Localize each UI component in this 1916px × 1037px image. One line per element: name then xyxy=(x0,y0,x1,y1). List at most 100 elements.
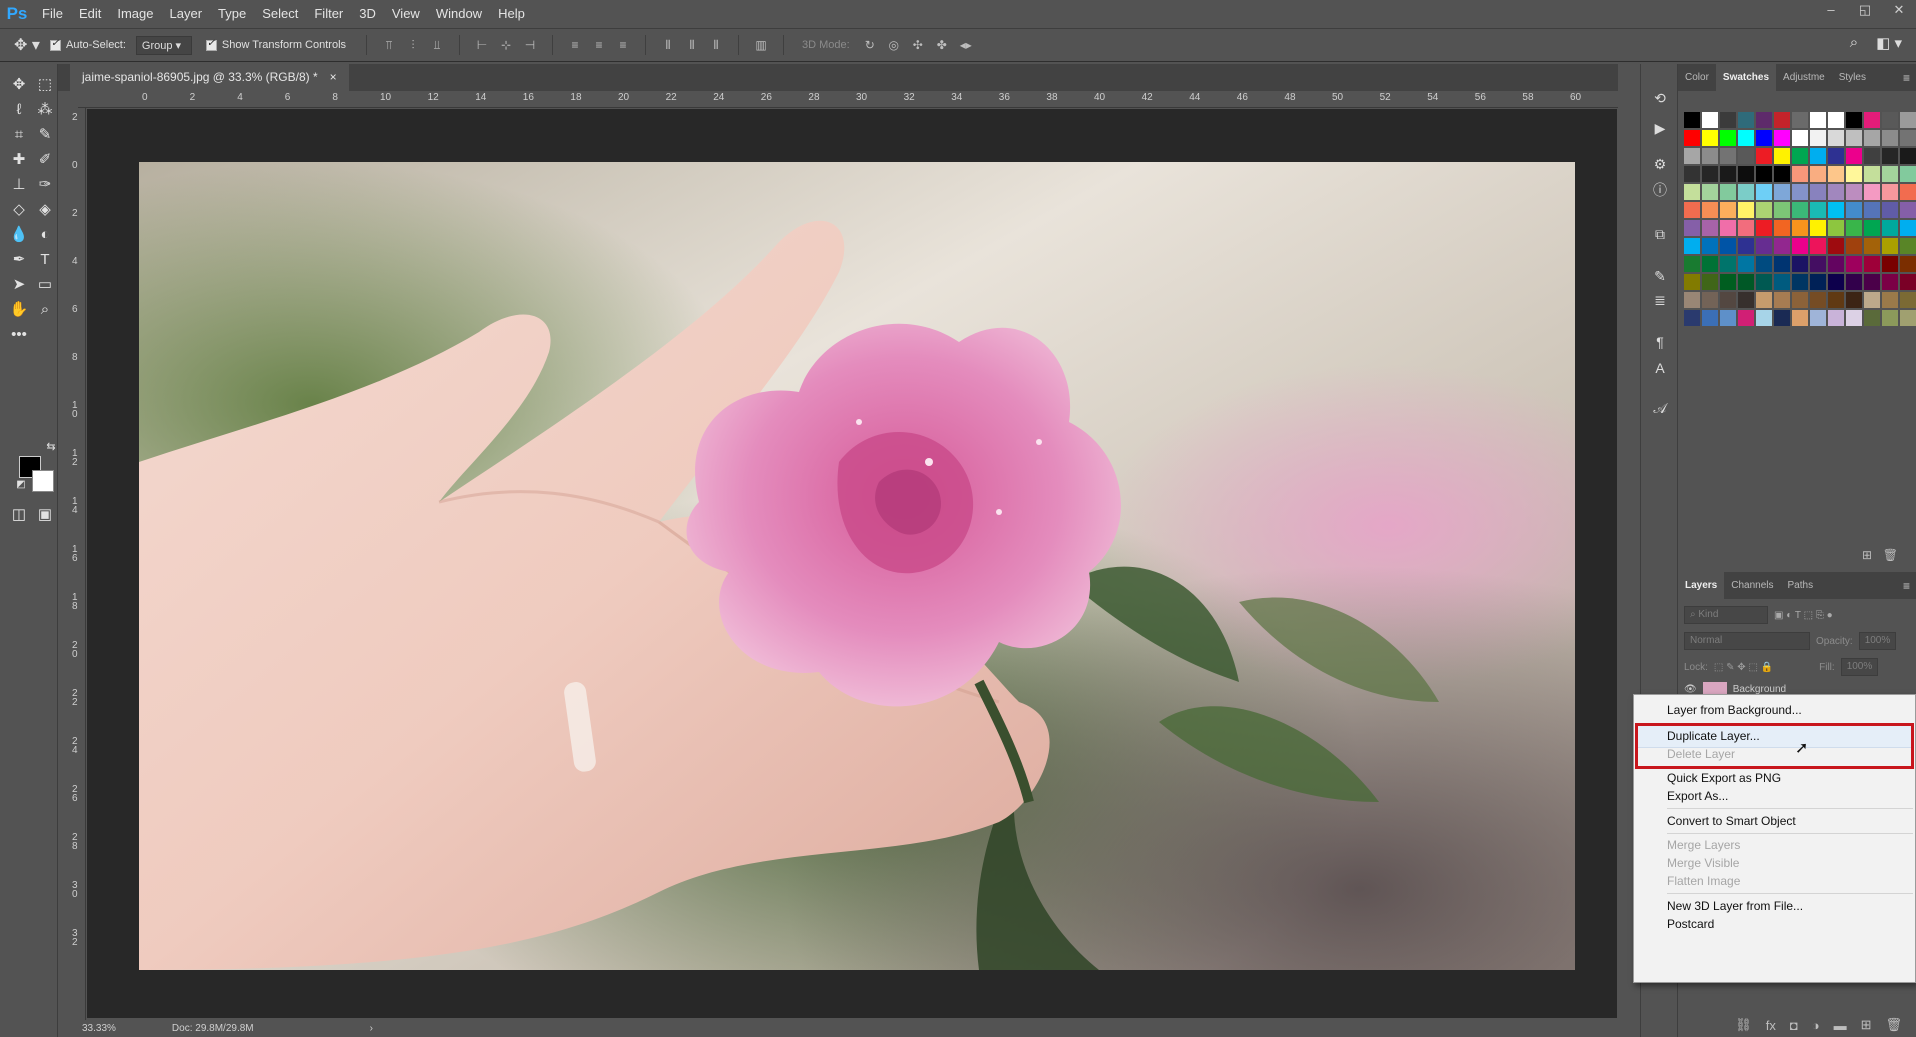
color-swatch[interactable] xyxy=(1756,274,1772,290)
search-icon[interactable]: ⌕ xyxy=(1850,34,1858,52)
swap-colors-icon[interactable]: ⇆ xyxy=(38,436,64,458)
color-swatch[interactable] xyxy=(1774,274,1790,290)
color-swatch[interactable] xyxy=(1774,220,1790,236)
color-swatch[interactable] xyxy=(1864,148,1880,164)
color-swatch[interactable] xyxy=(1810,166,1826,182)
minimize-button[interactable]: – xyxy=(1814,0,1848,22)
color-swatch[interactable] xyxy=(1828,310,1844,326)
color-swatch[interactable] xyxy=(1828,238,1844,254)
color-swatch[interactable] xyxy=(1810,148,1826,164)
actions-panel-icon[interactable]: ▶ xyxy=(1650,118,1670,138)
color-swatch[interactable] xyxy=(1810,274,1826,290)
distribute-bottom-icon[interactable]: ≡ xyxy=(611,36,635,54)
color-swatch[interactable] xyxy=(1738,184,1754,200)
type-tool-icon[interactable]: T xyxy=(32,249,58,271)
color-swatch[interactable] xyxy=(1684,274,1700,290)
brush-panel-icon[interactable]: ✎ xyxy=(1650,266,1670,286)
color-swatch[interactable] xyxy=(1684,256,1700,272)
color-swatch[interactable] xyxy=(1846,292,1862,308)
document-tab[interactable]: jaime-spaniol-86905.jpg @ 33.3% (RGB/8) … xyxy=(70,64,349,91)
3d-slide-icon[interactable]: ✤ xyxy=(930,36,954,54)
color-swatch[interactable] xyxy=(1738,310,1754,326)
color-swatch[interactable] xyxy=(1828,202,1844,218)
align-left-icon[interactable]: ⊢ xyxy=(470,36,494,54)
visibility-icon[interactable]: 👁 xyxy=(1684,684,1697,695)
color-swatch[interactable] xyxy=(1756,256,1772,272)
paragraph-panel-icon[interactable]: ¶ xyxy=(1650,332,1670,352)
color-swatch[interactable] xyxy=(1900,130,1916,146)
distribute-top-icon[interactable]: ≡ xyxy=(563,36,587,54)
color-swatch[interactable] xyxy=(1774,112,1790,128)
color-swatch[interactable] xyxy=(1792,292,1808,308)
color-swatch[interactable] xyxy=(1684,148,1700,164)
color-swatch[interactable] xyxy=(1882,274,1898,290)
healing-brush-tool-icon[interactable]: ✚ xyxy=(6,149,32,171)
align-right-icon[interactable]: ⊣ xyxy=(518,36,542,54)
color-swatch[interactable] xyxy=(1828,256,1844,272)
color-swatch[interactable] xyxy=(1774,310,1790,326)
color-swatch[interactable] xyxy=(1738,130,1754,146)
color-swatch[interactable] xyxy=(1828,274,1844,290)
close-tab-icon[interactable]: × xyxy=(330,64,337,91)
tab-layers[interactable]: Layers xyxy=(1678,572,1725,599)
fill-input[interactable]: 100% xyxy=(1840,658,1879,676)
color-swatch[interactable] xyxy=(1684,220,1700,236)
color-swatch[interactable] xyxy=(1684,292,1700,308)
lasso-tool-icon[interactable]: ℓ xyxy=(6,99,32,121)
color-swatch[interactable] xyxy=(1846,220,1862,236)
color-swatch[interactable] xyxy=(1702,148,1718,164)
menu-edit[interactable]: Edit xyxy=(71,0,109,27)
menu-file[interactable]: File xyxy=(34,0,71,27)
color-swatch[interactable] xyxy=(1738,238,1754,254)
color-swatch[interactable] xyxy=(1720,220,1736,236)
menu-select[interactable]: Select xyxy=(254,0,306,27)
color-swatch[interactable] xyxy=(1702,292,1718,308)
color-swatch[interactable] xyxy=(1702,220,1718,236)
distribute-left-icon[interactable]: ⦀ xyxy=(656,36,680,54)
color-swatch[interactable] xyxy=(1846,130,1862,146)
color-swatch[interactable] xyxy=(1900,112,1916,128)
eraser-tool-icon[interactable]: ◇ xyxy=(6,199,32,221)
color-swatch[interactable] xyxy=(1828,220,1844,236)
color-swatch[interactable] xyxy=(1846,112,1862,128)
color-swatch[interactable] xyxy=(1828,166,1844,182)
color-swatch[interactable] xyxy=(1810,256,1826,272)
color-swatch[interactable] xyxy=(1864,256,1880,272)
restore-button[interactable]: ◱ xyxy=(1848,0,1882,22)
color-swatch[interactable] xyxy=(1864,130,1880,146)
menu-type[interactable]: Type xyxy=(210,0,254,27)
workspace-icon[interactable]: ◧ ▾ xyxy=(1876,34,1902,52)
magic-wand-tool-icon[interactable]: ⁂ xyxy=(32,99,58,121)
show-transform-checkbox[interactable]: Show Transform Controls xyxy=(205,38,346,51)
adjustment-layer-icon[interactable]: ◑ xyxy=(1812,1018,1820,1033)
tab-adjustments[interactable]: Adjustme xyxy=(1776,64,1832,91)
color-swatch[interactable] xyxy=(1756,238,1772,254)
color-swatch[interactable] xyxy=(1720,202,1736,218)
brush-tool-icon[interactable]: ✐ xyxy=(32,149,58,171)
align-vcenter-icon[interactable]: ⫶ xyxy=(401,36,425,54)
color-swatch[interactable] xyxy=(1828,130,1844,146)
auto-align-icon[interactable]: ▥ xyxy=(749,36,773,54)
color-swatch[interactable] xyxy=(1684,166,1700,182)
color-swatch[interactable] xyxy=(1774,292,1790,308)
color-swatch[interactable] xyxy=(1846,238,1862,254)
color-swatch[interactable] xyxy=(1882,184,1898,200)
color-swatch[interactable] xyxy=(1738,256,1754,272)
color-swatch[interactable] xyxy=(1864,274,1880,290)
color-swatch[interactable] xyxy=(1882,166,1898,182)
menu-help[interactable]: Help xyxy=(490,0,533,27)
color-swatch[interactable] xyxy=(1828,184,1844,200)
color-swatch[interactable] xyxy=(1792,112,1808,128)
color-swatch[interactable] xyxy=(1720,166,1736,182)
color-swatch[interactable] xyxy=(1882,112,1898,128)
menu-item-postcard[interactable]: Postcard xyxy=(1634,913,1916,935)
color-swatch[interactable] xyxy=(1810,112,1826,128)
color-swatch[interactable] xyxy=(1792,256,1808,272)
zoom-tool-icon[interactable]: ⌕ xyxy=(32,299,58,321)
distribute-vcenter-icon[interactable]: ≡ xyxy=(587,36,611,54)
color-swatch[interactable] xyxy=(1702,238,1718,254)
close-window-button[interactable]: ✕ xyxy=(1882,0,1916,22)
3d-pan-icon[interactable]: ✣ xyxy=(906,36,930,54)
new-layer-icon[interactable]: ⊞ xyxy=(1861,1017,1872,1033)
menu-window[interactable]: Window xyxy=(428,0,490,27)
